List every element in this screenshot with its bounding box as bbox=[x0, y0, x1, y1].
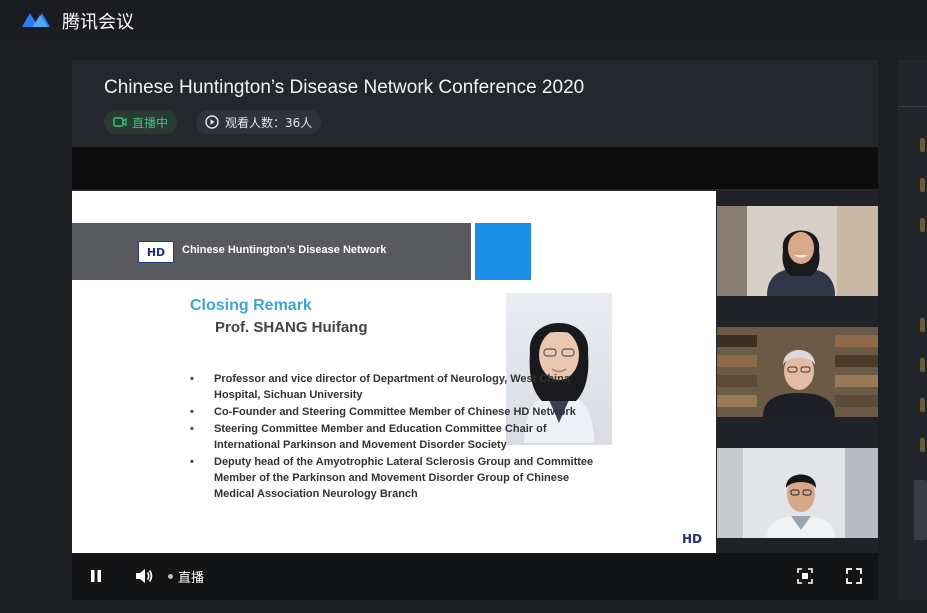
chat-message-marker bbox=[920, 218, 925, 232]
participant-video-2[interactable] bbox=[717, 327, 878, 417]
pause-icon[interactable] bbox=[89, 568, 103, 584]
chat-message-marker bbox=[920, 398, 925, 412]
player-controls: 直播 bbox=[72, 553, 878, 600]
side-chat-panel bbox=[898, 60, 927, 600]
hd-network-logo: HD bbox=[138, 241, 174, 263]
live-dot-icon bbox=[168, 574, 173, 579]
chat-message-marker bbox=[920, 138, 925, 152]
participant-video-frame bbox=[717, 206, 878, 296]
participant-video-frame bbox=[717, 448, 878, 538]
speaker-name: Prof. SHANG Huifang bbox=[215, 319, 368, 336]
chat-message-marker bbox=[920, 358, 925, 372]
video-top-letterbox bbox=[72, 147, 878, 189]
slide-heading: Closing Remark bbox=[190, 297, 312, 314]
participant-video-1[interactable] bbox=[717, 206, 878, 296]
slide-footer-logo: HD bbox=[682, 532, 703, 546]
shared-slide: HD Chinese Huntington’s Disease Network … bbox=[72, 191, 716, 553]
app-name: 腾讯会议 bbox=[62, 12, 134, 33]
chat-message-marker bbox=[920, 318, 925, 332]
fullscreen-icon[interactable] bbox=[845, 567, 863, 585]
bio-item: Steering Committee Member and Education … bbox=[190, 421, 610, 453]
participant-video-frame bbox=[717, 327, 878, 417]
side-panel-scrollbar[interactable] bbox=[914, 480, 927, 540]
tencent-meeting-logo-icon bbox=[22, 13, 50, 27]
title-bar: 腾讯会议 bbox=[0, 0, 927, 40]
live-indicator-label: 直播 bbox=[178, 571, 205, 586]
bio-item: Professor and vice director of Departmen… bbox=[190, 371, 610, 403]
bio-item: Deputy head of the Amyotrophic Lateral S… bbox=[190, 454, 610, 502]
live-status-badge: 直播中 bbox=[104, 110, 178, 134]
chat-message-marker bbox=[920, 438, 925, 452]
meeting-title: Chinese Huntington’s Disease Network Con… bbox=[104, 77, 585, 98]
live-status-label: 直播中 bbox=[132, 115, 169, 130]
speaker-bio-list: Professor and vice director of Departmen… bbox=[190, 371, 610, 503]
video-camera-icon bbox=[113, 117, 127, 127]
chat-message-marker bbox=[920, 178, 925, 192]
viewer-count-badge: 观看人数：36人 bbox=[196, 110, 322, 134]
slide-header-text: Chinese Huntington’s Disease Network bbox=[182, 244, 387, 256]
slide-header-bar: HD Chinese Huntington’s Disease Network bbox=[72, 223, 471, 280]
screenshot-icon[interactable] bbox=[796, 567, 814, 585]
volume-icon[interactable] bbox=[134, 566, 154, 586]
bio-item: Co-Founder and Steering Committee Member… bbox=[190, 404, 610, 420]
slide-blue-block bbox=[475, 223, 531, 280]
side-panel-divider bbox=[898, 106, 927, 107]
live-stream-panel: Chinese Huntington’s Disease Network Con… bbox=[72, 60, 878, 600]
participant-video-3[interactable] bbox=[717, 448, 878, 538]
participant-tiles bbox=[717, 191, 878, 553]
viewer-count-label: 观看人数：36人 bbox=[225, 115, 313, 130]
play-circle-icon bbox=[205, 115, 219, 129]
